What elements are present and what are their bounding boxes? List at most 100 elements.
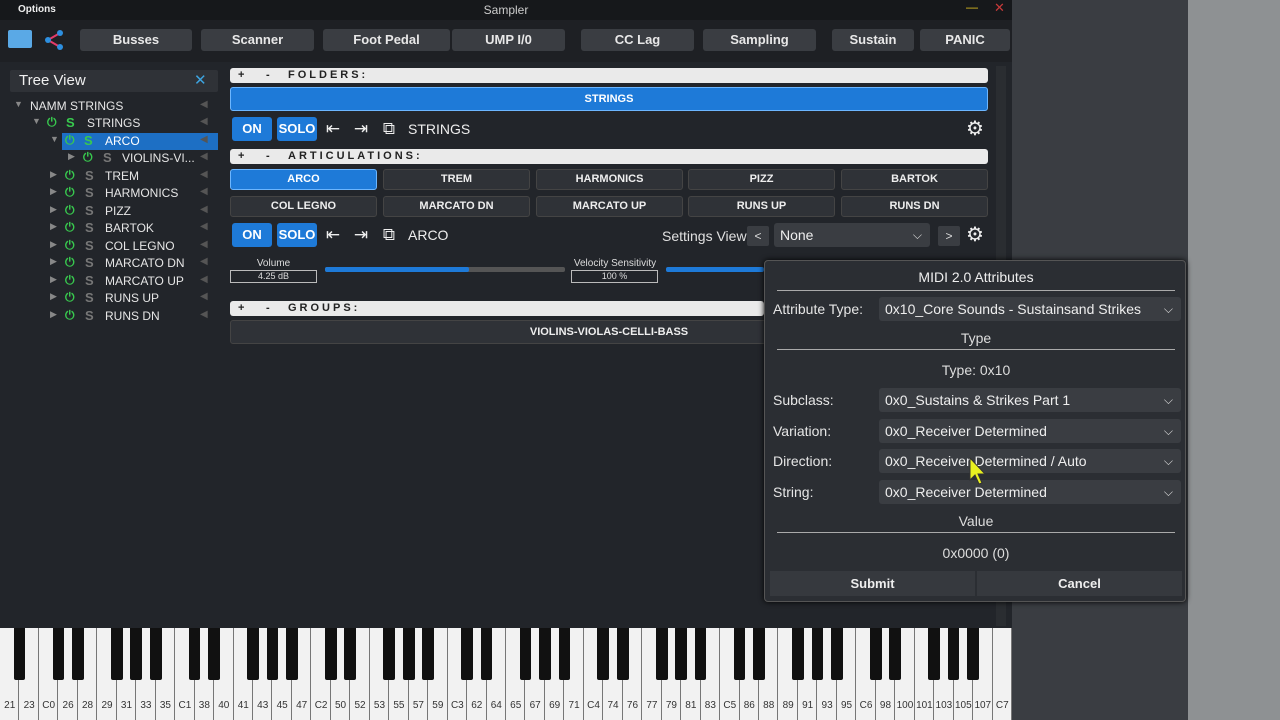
black-key[interactable] [558,628,571,680]
black-key[interactable] [733,628,746,680]
export-icon[interactable]: ⇥ [350,118,372,140]
solo-s-icon[interactable]: S [85,308,94,323]
black-key[interactable] [286,628,298,680]
remove-folder-button[interactable]: - [266,68,273,83]
power-icon[interactable]: ⏻ [83,150,93,165]
tree-item-violins[interactable]: ▶ ⏻ S VIOLINS-VI... ◀ [10,150,218,167]
black-key[interactable] [947,628,960,680]
tree-item-marcato-up[interactable]: ▶ ⏻ S MARCATO UP ◀ [10,273,218,290]
import-icon[interactable]: ⇤ [322,118,344,140]
black-key[interactable] [247,628,259,680]
speaker-icon[interactable]: ◀ [200,116,208,127]
scanner-button[interactable]: Scanner [201,29,314,51]
power-icon[interactable]: ⏻ [65,290,75,305]
remove-group-button[interactable]: - [266,301,273,316]
panic-button[interactable]: PANIC [920,29,1010,51]
folder-solo-button[interactable]: SOLO [277,117,317,141]
black-key[interactable] [597,628,610,680]
black-key[interactable] [344,628,357,680]
sustain-button[interactable]: Sustain [832,29,914,51]
speaker-icon[interactable]: ◀ [200,204,208,215]
volume-slider[interactable] [325,267,565,272]
remove-articulation-button[interactable]: - [266,149,273,164]
articulation-on-button[interactable]: ON [232,223,272,247]
power-icon[interactable]: ⏻ [65,133,75,148]
tree-item-marcato-dn[interactable]: ▶ ⏻ S MARCATO DN ◀ [10,255,218,272]
black-key[interactable] [616,628,629,680]
power-icon[interactable]: ⏻ [65,255,75,270]
solo-s-icon[interactable]: S [103,150,112,165]
gear-icon[interactable]: ⚙ [964,224,986,246]
tree-item-namm-strings[interactable]: ▼ NAMM STRINGS ◀ [10,98,218,115]
black-key[interactable] [208,628,220,680]
gear-icon[interactable]: ⚙ [964,118,986,140]
tree-item-trem[interactable]: ▶ ⏻ S TREM ◀ [10,168,218,185]
articulation-pizz-button[interactable]: PIZZ [688,169,835,190]
black-key[interactable] [188,628,201,680]
direction-select[interactable]: 0x0_Receiver Determined / Auto ⌵ [879,449,1181,473]
black-key[interactable] [792,628,804,680]
tree-item-strings[interactable]: ▼ ⏻ S STRINGS ◀ [10,115,218,132]
black-key[interactable] [967,628,979,680]
solo-s-icon[interactable]: S [85,238,94,253]
sampling-button[interactable]: Sampling [703,29,816,51]
speaker-icon[interactable]: ◀ [200,256,208,267]
string-select[interactable]: 0x0_Receiver Determined ⌵ [879,480,1181,504]
export-icon[interactable]: ⇥ [350,224,372,246]
black-key[interactable] [52,628,65,680]
power-icon[interactable]: ⏻ [65,308,75,323]
black-key[interactable] [753,628,765,680]
black-key[interactable] [461,628,473,680]
power-icon[interactable]: ⏻ [65,273,75,288]
articulation-arco-button[interactable]: ARCO [230,169,377,190]
solo-s-icon[interactable]: S [85,255,94,270]
cc-lag-button[interactable]: CC Lag [581,29,694,51]
variation-select[interactable]: 0x0_Receiver Determined ⌵ [879,419,1181,443]
articulation-runs-dn-button[interactable]: RUNS DN [841,196,988,217]
black-key[interactable] [831,628,843,680]
black-key[interactable] [869,628,882,680]
speaker-icon[interactable]: ◀ [200,221,208,232]
power-icon[interactable]: ⏻ [65,168,75,183]
articulation-bartok-button[interactable]: BARTOK [841,169,988,190]
speaker-icon[interactable]: ◀ [200,169,208,180]
close-window-icon[interactable]: ✕ [994,0,1005,16]
black-key[interactable] [480,628,493,680]
speaker-icon[interactable]: ◀ [200,309,208,320]
piano-keyboard[interactable]: 21 23 C0 26 28 29 31 33 35 C1 38 40 41 43 45 47 C2 50 52 53… [0,628,1012,720]
black-key[interactable] [675,628,687,680]
black-key[interactable] [539,628,551,680]
settings-view-select[interactable]: None ⌵ [774,223,930,247]
solo-s-icon[interactable]: S [85,290,94,305]
articulation-col-legno-button[interactable]: COL LEGNO [230,196,377,217]
black-key[interactable] [694,628,707,680]
black-key[interactable] [422,628,434,680]
minimize-icon[interactable]: — [966,0,978,14]
solo-s-icon[interactable]: S [84,133,93,148]
folder-icon[interactable] [8,30,32,48]
velocity-value[interactable]: 100 % [571,270,658,283]
duplicate-icon[interactable]: ⧉ [378,118,400,140]
duplicate-icon[interactable]: ⧉ [378,224,400,246]
black-key[interactable] [130,628,143,680]
power-icon[interactable]: ⏻ [65,238,75,253]
black-key[interactable] [655,628,668,680]
solo-s-icon[interactable]: S [85,273,94,288]
black-key[interactable] [266,628,279,680]
articulation-marcato-dn-button[interactable]: MARCATO DN [383,196,530,217]
black-key[interactable] [72,628,84,680]
solo-s-icon[interactable]: S [66,115,75,130]
black-key[interactable] [889,628,902,680]
velocity-slider[interactable] [666,267,764,272]
black-key[interactable] [383,628,396,680]
articulation-solo-button[interactable]: SOLO [277,223,317,247]
black-key[interactable] [811,628,824,680]
speaker-icon[interactable]: ◀ [200,134,208,145]
solo-s-icon[interactable]: S [85,185,94,200]
speaker-icon[interactable]: ◀ [200,239,208,250]
submit-button[interactable]: Submit [770,571,975,596]
tree-item-arco[interactable]: ▼ ⏻ S ARCO ◀ [50,133,218,150]
power-icon[interactable]: ⏻ [65,185,75,200]
tree-item-bartok[interactable]: ▶ ⏻ S BARTOK ◀ [10,220,218,237]
black-key[interactable] [325,628,337,680]
